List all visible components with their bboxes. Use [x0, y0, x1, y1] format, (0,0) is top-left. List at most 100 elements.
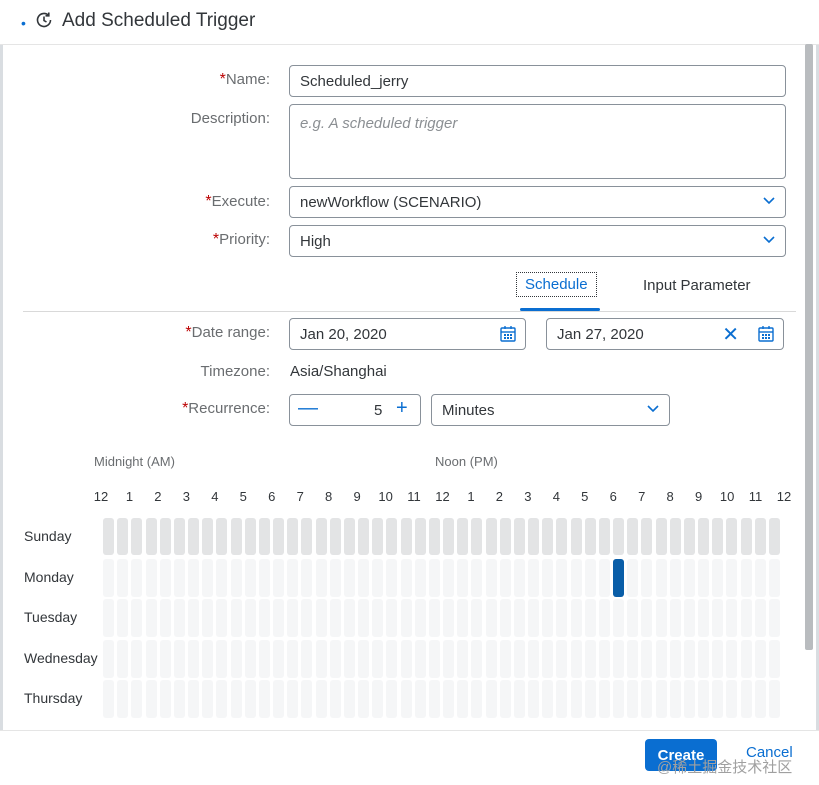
- schedule-cell[interactable]: [712, 559, 724, 597]
- schedule-cell[interactable]: [584, 559, 596, 597]
- schedule-cell[interactable]: [386, 559, 398, 597]
- schedule-cell[interactable]: [613, 640, 625, 678]
- schedule-cell[interactable]: [103, 599, 115, 637]
- recurrence-unit-select[interactable]: Minutes: [431, 394, 670, 426]
- schedule-cell[interactable]: [173, 559, 185, 597]
- schedule-cell[interactable]: [400, 599, 412, 637]
- schedule-cell[interactable]: [712, 640, 724, 678]
- schedule-cell[interactable]: [159, 680, 171, 718]
- schedule-cell[interactable]: [528, 680, 540, 718]
- schedule-cell[interactable]: [131, 518, 143, 555]
- schedule-cell[interactable]: [698, 518, 710, 555]
- schedule-cell[interactable]: [754, 559, 766, 597]
- schedule-cell[interactable]: [230, 640, 242, 678]
- schedule-cell[interactable]: [584, 518, 596, 555]
- schedule-cell[interactable]: [556, 680, 568, 718]
- schedule-cell[interactable]: [726, 640, 738, 678]
- schedule-cell[interactable]: [655, 680, 667, 718]
- schedule-cell[interactable]: [457, 640, 469, 678]
- priority-select[interactable]: High: [289, 225, 786, 257]
- schedule-cell[interactable]: [513, 599, 525, 637]
- schedule-cell[interactable]: [315, 680, 327, 718]
- schedule-cell[interactable]: [598, 599, 610, 637]
- schedule-cell[interactable]: [159, 599, 171, 637]
- schedule-cell[interactable]: [768, 518, 780, 555]
- schedule-cell[interactable]: [683, 640, 695, 678]
- schedule-cell[interactable]: [443, 599, 455, 637]
- schedule-cell[interactable]: [683, 518, 695, 555]
- schedule-cell[interactable]: [329, 680, 341, 718]
- schedule-cell[interactable]: [145, 640, 157, 678]
- schedule-cell[interactable]: [471, 559, 483, 597]
- schedule-cell[interactable]: [443, 518, 455, 555]
- schedule-cell[interactable]: [740, 599, 752, 637]
- schedule-cell[interactable]: [499, 640, 511, 678]
- schedule-cell[interactable]: [768, 680, 780, 718]
- schedule-cell[interactable]: [244, 680, 256, 718]
- schedule-cell[interactable]: [202, 680, 214, 718]
- schedule-cell[interactable]: [273, 599, 285, 637]
- schedule-cell[interactable]: [428, 559, 440, 597]
- schedule-cell[interactable]: [627, 599, 639, 637]
- schedule-cell[interactable]: [202, 599, 214, 637]
- start-date-input[interactable]: Jan 20, 2020: [289, 318, 526, 350]
- schedule-cell[interactable]: [556, 559, 568, 597]
- schedule-cell[interactable]: [655, 599, 667, 637]
- chevron-down-icon[interactable]: [647, 402, 659, 414]
- schedule-cell[interactable]: [400, 640, 412, 678]
- schedule-cell[interactable]: [655, 559, 667, 597]
- schedule-cell[interactable]: [513, 559, 525, 597]
- chevron-down-icon[interactable]: [763, 194, 775, 206]
- schedule-cell[interactable]: [457, 559, 469, 597]
- schedule-cell[interactable]: [428, 680, 440, 718]
- schedule-cell[interactable]: [698, 640, 710, 678]
- schedule-cell[interactable]: [740, 640, 752, 678]
- schedule-cell[interactable]: [754, 640, 766, 678]
- schedule-cell[interactable]: [570, 640, 582, 678]
- schedule-cell[interactable]: [471, 680, 483, 718]
- schedule-cell[interactable]: [358, 599, 370, 637]
- schedule-cell[interactable]: [443, 640, 455, 678]
- schedule-cell[interactable]: [188, 599, 200, 637]
- schedule-cell[interactable]: [414, 680, 426, 718]
- schedule-cell[interactable]: [400, 518, 412, 555]
- schedule-cell[interactable]: [188, 680, 200, 718]
- schedule-cell[interactable]: [258, 559, 270, 597]
- schedule-cell[interactable]: [740, 518, 752, 555]
- schedule-cell[interactable]: [726, 680, 738, 718]
- schedule-cell[interactable]: [485, 559, 497, 597]
- schedule-cell[interactable]: [202, 640, 214, 678]
- schedule-cell[interactable]: [613, 680, 625, 718]
- schedule-cell[interactable]: [485, 599, 497, 637]
- schedule-cell[interactable]: [358, 680, 370, 718]
- schedule-cell[interactable]: [343, 559, 355, 597]
- schedule-cell[interactable]: [216, 680, 228, 718]
- schedule-cell[interactable]: [343, 680, 355, 718]
- schedule-cell[interactable]: [159, 518, 171, 555]
- schedule-cell[interactable]: [315, 559, 327, 597]
- schedule-cell[interactable]: [343, 640, 355, 678]
- schedule-cell[interactable]: [315, 599, 327, 637]
- schedule-cell[interactable]: [641, 518, 653, 555]
- schedule-cell[interactable]: [287, 518, 299, 555]
- schedule-cell[interactable]: [329, 640, 341, 678]
- schedule-cell[interactable]: [627, 640, 639, 678]
- schedule-cell[interactable]: [258, 518, 270, 555]
- schedule-cell[interactable]: [315, 640, 327, 678]
- schedule-cell[interactable]: [726, 518, 738, 555]
- schedule-cell[interactable]: [386, 640, 398, 678]
- schedule-cell[interactable]: [584, 599, 596, 637]
- schedule-cell[interactable]: [528, 599, 540, 637]
- schedule-cell[interactable]: [358, 518, 370, 555]
- schedule-cell[interactable]: [485, 680, 497, 718]
- name-input[interactable]: Scheduled_jerry: [289, 65, 786, 97]
- schedule-cell[interactable]: [414, 640, 426, 678]
- schedule-cell[interactable]: [740, 680, 752, 718]
- schedule-cell[interactable]: [542, 680, 554, 718]
- schedule-cell[interactable]: [173, 640, 185, 678]
- schedule-cell[interactable]: [570, 680, 582, 718]
- schedule-cell[interactable]: [542, 559, 554, 597]
- calendar-icon[interactable]: [499, 325, 517, 343]
- schedule-cell[interactable]: [216, 559, 228, 597]
- recurrence-stepper[interactable]: — 5 +: [289, 394, 421, 426]
